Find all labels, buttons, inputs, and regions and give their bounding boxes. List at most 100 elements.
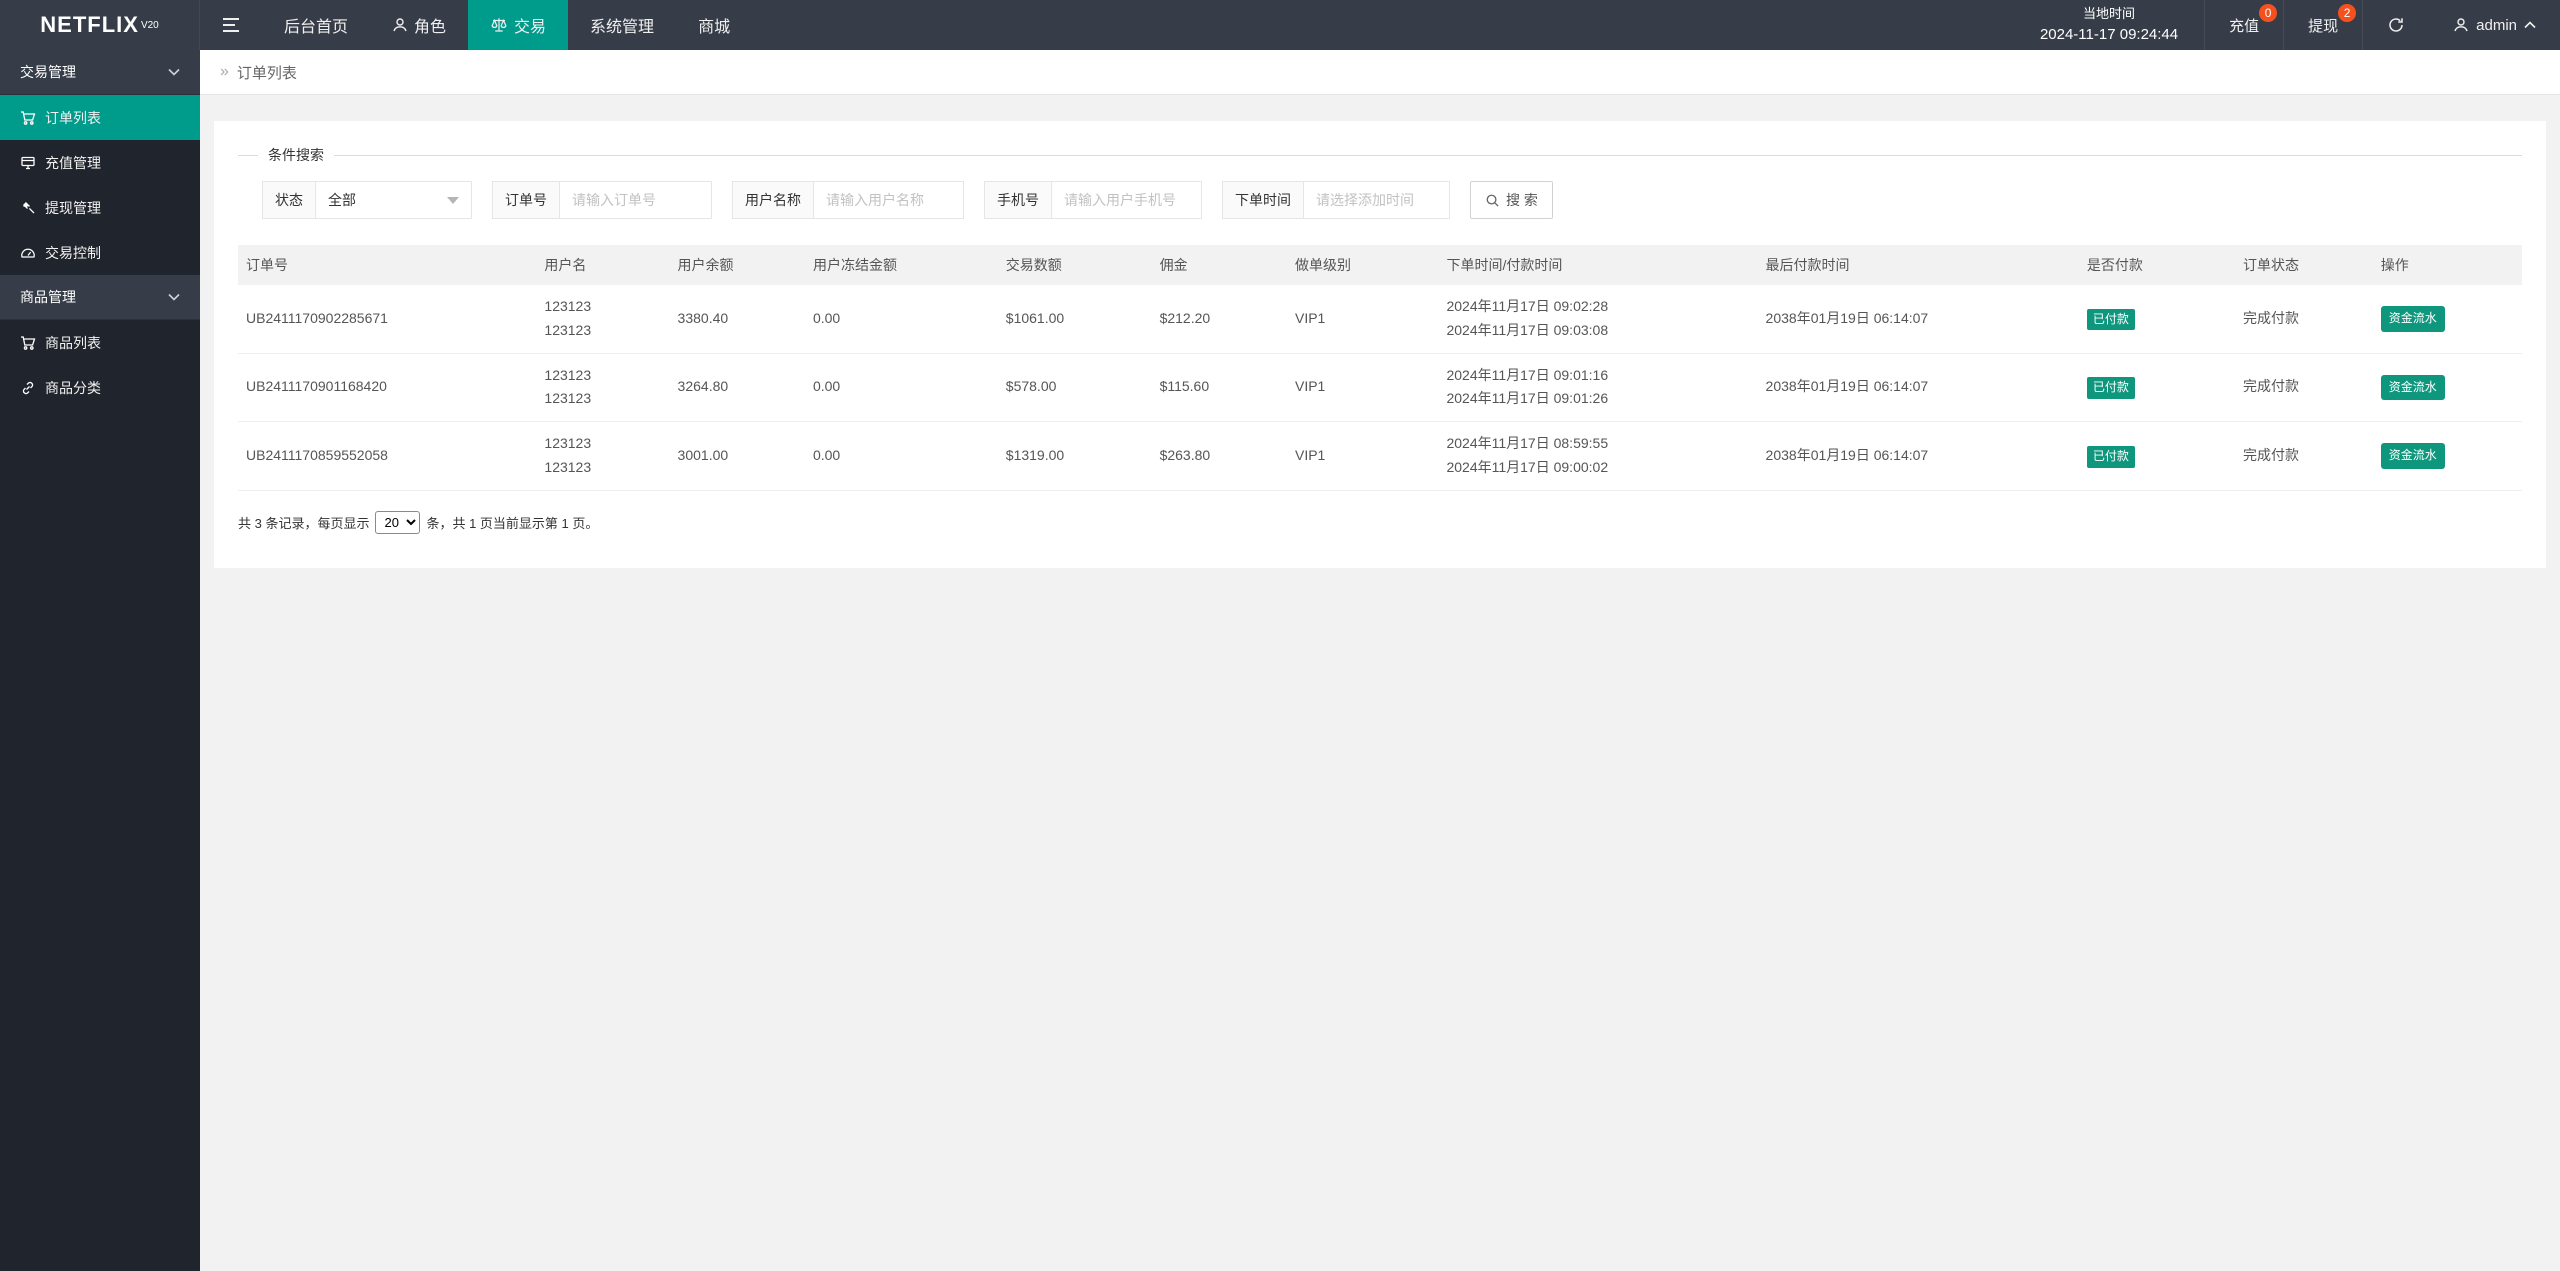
cell-frozen: 0.00 (804, 353, 998, 423)
user-name-filter-group: 用户名称 (732, 181, 964, 219)
cell-username: 123123 123123 (536, 421, 670, 491)
cell-action: 资金流水 (2372, 285, 2522, 354)
nav-item-label: 系统管理 (590, 19, 655, 36)
cell-order-no: UB2411170901168420 (238, 353, 537, 423)
cell-order-no: UB2411170902285671 (238, 285, 537, 354)
sidebar-group-product-management[interactable]: 商品管理 (0, 275, 200, 320)
sidebar-item-label: 商品分类 (45, 379, 101, 396)
sidebar-item-recharge-management[interactable]: 充值管理 (0, 140, 200, 185)
user-icon (2453, 17, 2469, 33)
sidebar-item-label: 商品列表 (45, 334, 101, 351)
funds-flow-button[interactable]: 资金流水 (2380, 306, 2445, 332)
column-header: 交易数额 (997, 245, 1152, 285)
nav-item-home[interactable]: 后台首页 (262, 0, 370, 50)
menu-toggle-button[interactable] (200, 0, 262, 50)
cell-action: 资金流水 (2372, 421, 2522, 491)
column-header: 是否付款 (2078, 245, 2235, 285)
phone-label: 手机号 (984, 181, 1052, 219)
column-header: 订单号 (238, 245, 537, 285)
withdraw-count-badge: 2 (2338, 4, 2357, 22)
username: admin (2476, 16, 2517, 34)
table-header-row: 订单号 用户名 用户余额 用户冻结金额 交易数额 佣金 做单级别 下单时间/付款时间 最后付款时… (238, 245, 2522, 285)
table-row: UB2411170859552058 123123 123123 3001.00 0.0… (238, 421, 2522, 491)
sidebar-item-label: 充值管理 (45, 154, 101, 171)
user-icon (392, 17, 408, 33)
cell-commission: $212.20 (1151, 285, 1287, 354)
cell-status: 完成付款 (2234, 285, 2373, 354)
refresh-button[interactable] (2363, 0, 2429, 50)
cell-action: 资金流水 (2372, 353, 2522, 423)
order-no-label: 订单号 (492, 181, 560, 219)
column-header: 下单时间/付款时间 (1438, 245, 1758, 285)
withdraw-label: 提现 (2308, 17, 2339, 35)
cell-username-line: 123123 (544, 366, 592, 383)
nav-item-label: 角色 (414, 19, 447, 36)
sidebar-group-trade-management[interactable]: 交易管理 (0, 50, 200, 95)
nav-item-mall[interactable]: 商城 (676, 0, 752, 50)
cell-status: 完成付款 (2234, 353, 2373, 423)
cell-frozen: 0.00 (804, 285, 998, 354)
hamburger-icon (222, 17, 240, 33)
status-select[interactable]: 全部 (316, 181, 472, 219)
funds-flow-button[interactable]: 资金流水 (2380, 374, 2445, 401)
recharge-label: 充值 (2229, 17, 2260, 35)
column-header: 用户冻结金额 (804, 245, 998, 285)
chevron-down-icon (168, 293, 180, 301)
cell-amount: $578.00 (997, 353, 1152, 423)
phone-input[interactable] (1052, 181, 1202, 219)
user-name-input[interactable] (814, 181, 964, 219)
cell-times-line: 2024年11月17日 08:59:55 (1446, 435, 1609, 452)
recharge-button[interactable]: 充值 0 (2205, 0, 2283, 50)
cell-times-line: 2024年11月17日 09:00:02 (1446, 458, 1609, 475)
local-time-label: 当地时间 (2083, 6, 2136, 21)
sidebar-item-trade-control[interactable]: 交易控制 (0, 230, 200, 275)
nav-item-trade[interactable]: 交易 (468, 0, 569, 50)
cell-paid: 已付款 (2078, 421, 2235, 491)
cart-icon (20, 335, 36, 351)
column-header: 用户余额 (669, 245, 805, 285)
gauge-icon (20, 245, 36, 261)
cell-username: 123123 123123 (536, 285, 670, 354)
nav-item-label: 后台首页 (284, 19, 349, 36)
caret-down-icon (447, 196, 459, 204)
chevron-up-icon (2524, 21, 2536, 29)
breadcrumb: » 订单列表 (200, 50, 2560, 95)
search-button[interactable]: 搜 索 (1470, 181, 1553, 219)
column-header: 佣金 (1151, 245, 1287, 285)
funds-flow-button[interactable]: 资金流水 (2380, 443, 2445, 469)
sidebar-item-withdraw-management[interactable]: 提现管理 (0, 185, 200, 230)
withdraw-button[interactable]: 提现 2 (2284, 0, 2362, 50)
search-icon (1485, 193, 1500, 208)
gavel-icon (20, 200, 36, 216)
sidebar-item-product-list[interactable]: 商品列表 (0, 320, 200, 365)
cell-times-line: 2024年11月17日 09:03:08 (1446, 321, 1609, 338)
nav-item-system[interactable]: 系统管理 (568, 0, 676, 50)
logo-version: V20 (140, 19, 159, 31)
sidebar-item-product-category[interactable]: 商品分类 (0, 365, 200, 410)
order-time-input[interactable] (1304, 181, 1450, 219)
refresh-icon (2387, 16, 2405, 34)
cell-times: 2024年11月17日 09:02:28 2024年11月17日 09:03:08 (1438, 285, 1758, 354)
nav-item-roles[interactable]: 角色 (370, 0, 468, 50)
sidebar-item-order-list[interactable]: 订单列表 (0, 95, 200, 140)
cell-last-pay: 2038年01月19日 06:14:07 (1757, 421, 2079, 491)
order-table: 订单号 用户名 用户余额 用户冻结金额 交易数额 佣金 做单级别 下单时间/付款时间 最后付款时… (238, 245, 2522, 491)
local-time-value: 2024-11-17 09:24:44 (2039, 25, 2179, 43)
local-time: 当地时间 2024-11-17 09:24:44 (2014, 0, 2204, 50)
sidebar-item-label: 订单列表 (45, 109, 101, 126)
order-time-label: 下单时间 (1222, 181, 1304, 219)
nav-item-label: 商城 (698, 19, 731, 36)
cell-username-line: 123123 (544, 458, 592, 475)
order-no-filter-group: 订单号 (492, 181, 712, 219)
paid-status-badge: 已付款 (2086, 377, 2135, 400)
user-menu[interactable]: admin (2429, 0, 2560, 50)
link-icon (20, 380, 36, 396)
column-header: 订单状态 (2234, 245, 2373, 285)
cell-username: 123123 123123 (536, 353, 670, 423)
cell-paid: 已付款 (2078, 285, 2235, 354)
cell-order-no: UB2411170859552058 (238, 421, 537, 491)
cell-username-line: 123123 (544, 298, 592, 314)
order-no-input[interactable] (560, 181, 712, 219)
top-header: NETFLIX V20 后台首页 角色 交易 系统管理 商城 当地时间 2024… (0, 0, 2560, 50)
page-size-select[interactable]: 20 (375, 510, 421, 534)
